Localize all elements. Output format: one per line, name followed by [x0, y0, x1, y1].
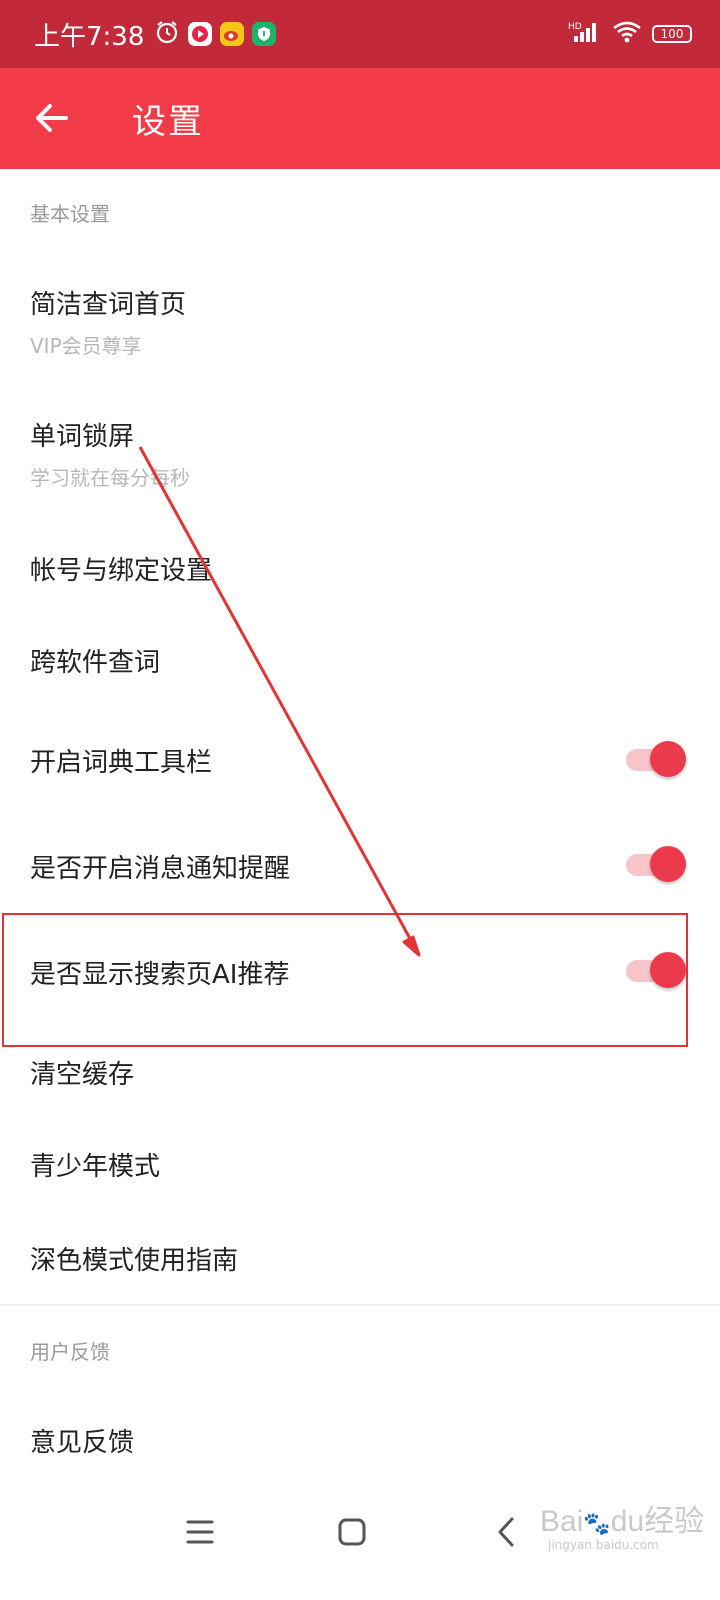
paw-icon: 🐾	[583, 1511, 611, 1536]
setting-item-ai-recommend[interactable]: 是否显示搜索页AI推荐	[0, 926, 720, 1026]
weibo-icon	[220, 22, 245, 46]
setting-item-title: 青少年模式	[30, 1152, 161, 1182]
setting-item-title: 是否显示搜索页AI推荐	[30, 960, 290, 990]
home-icon[interactable]	[322, 1502, 382, 1562]
setting-item-title: 单词锁屏	[30, 422, 135, 452]
chevron-left-icon[interactable]	[476, 1502, 536, 1562]
alarm-icon	[154, 19, 180, 49]
setting-item-title: 意见反馈	[30, 1428, 135, 1458]
setting-item-clear-cache[interactable]: 清空缓存	[0, 1034, 720, 1126]
setting-item-teen-mode[interactable]: 青少年模式	[0, 1128, 720, 1220]
section-header-basic: 基本设置	[30, 202, 110, 226]
setting-item-title: 帐号与绑定设置	[30, 556, 213, 586]
page-title: 设置	[132, 102, 204, 142]
battery-icon: 100	[652, 25, 692, 43]
video-app-icon	[188, 22, 213, 46]
setting-item-title: 开启词典工具栏	[30, 748, 213, 778]
setting-item-cross-app-lookup[interactable]: 跨软件查词	[0, 622, 720, 714]
toggle-switch[interactable]	[626, 740, 686, 780]
arrow-left-icon[interactable]	[30, 96, 74, 140]
shield-icon	[252, 22, 277, 46]
signal-icon: HD	[568, 20, 602, 48]
setting-item-title: 是否开启消息通知提醒	[30, 854, 291, 884]
setting-item-dictionary-toolbar[interactable]: 开启词典工具栏	[0, 716, 720, 816]
setting-item-simple-home[interactable]: 简洁查词首页 VIP会员尊享	[0, 264, 720, 394]
setting-item-message-notify[interactable]: 是否开启消息通知提醒	[0, 820, 720, 920]
toggle-switch[interactable]	[626, 951, 686, 991]
menu-icon[interactable]	[170, 1502, 230, 1562]
status-time: 上午7:38	[34, 21, 145, 52]
status-bar: 上午7:38 HD 100	[0, 0, 720, 68]
toggle-switch[interactable]	[626, 845, 686, 885]
svg-text:HD: HD	[568, 22, 582, 32]
setting-item-feedback[interactable]: 意见反馈	[0, 1400, 720, 1480]
setting-item-title: 跨软件查词	[30, 648, 161, 678]
section-header-feedback: 用户反馈	[30, 1340, 110, 1364]
app-bar: 设置	[0, 68, 720, 169]
setting-item-word-lockscreen[interactable]: 单词锁屏 学习就在每分每秒	[0, 396, 720, 526]
setting-item-subtitle: 学习就在每分每秒	[30, 466, 190, 490]
baidu-jingyan-watermark: Bai🐾du经验 jingyan.baidu.com	[540, 1505, 705, 1552]
setting-item-account-binding[interactable]: 帐号与绑定设置	[0, 528, 720, 620]
section-divider	[0, 1304, 720, 1306]
setting-item-title: 深色模式使用指南	[30, 1246, 239, 1276]
wifi-icon	[612, 20, 642, 48]
setting-item-dark-mode-guide[interactable]: 深色模式使用指南	[0, 1222, 720, 1302]
setting-item-subtitle: VIP会员尊享	[30, 334, 142, 358]
setting-item-title: 清空缓存	[30, 1060, 135, 1090]
setting-item-title: 简洁查词首页	[30, 290, 187, 320]
